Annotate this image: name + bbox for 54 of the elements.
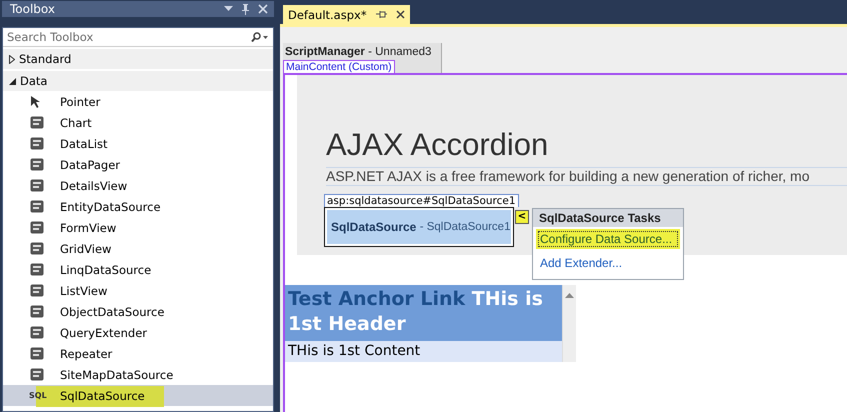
control-icon	[30, 326, 44, 339]
smart-tag-button[interactable]: <	[515, 210, 529, 224]
control-icon	[30, 284, 44, 297]
document-tab[interactable]: Default.aspx*	[283, 5, 410, 24]
panel-title: Toolbox	[10, 1, 55, 17]
toolbox-item[interactable]: Repeater	[3, 343, 273, 364]
control-icon	[30, 347, 44, 360]
toolbox-item[interactable]: DataPager	[3, 154, 273, 175]
category-header[interactable]: Standard	[3, 49, 273, 69]
tasks-title: SqlDataSource Tasks	[533, 209, 683, 227]
toolbox-item[interactable]: GridView	[3, 238, 273, 259]
search-field[interactable]: Search Toolbox	[3, 29, 251, 45]
toolbox-item[interactable]: Pointer	[3, 91, 273, 112]
toolbox-item[interactable]: LinqDataSource	[3, 259, 273, 280]
toolbox-item[interactable]: SiteMapDataSource	[3, 364, 273, 385]
toolbox-item[interactable]: QueryExtender	[3, 322, 273, 343]
search-icon[interactable]	[251, 32, 269, 42]
header-text: Test Anchor Link THis is 1st Header	[288, 288, 543, 335]
toolbox-item[interactable]: FormView	[3, 217, 273, 238]
toolbox-item[interactable]: ListView	[3, 280, 273, 301]
data-source-control[interactable]: SqlDataSource - SqlDataSource1	[324, 207, 514, 247]
dropdown-icon[interactable]	[224, 6, 233, 12]
control-icon	[30, 200, 44, 213]
toolbox-item[interactable]: Chart	[3, 112, 273, 133]
pointer-icon	[30, 96, 40, 108]
control-icon	[30, 305, 44, 318]
control-icon	[30, 137, 44, 150]
category-header[interactable]: Data	[3, 71, 273, 91]
control-icon	[30, 158, 44, 171]
scrollbar[interactable]	[562, 285, 576, 362]
control-icon	[30, 116, 44, 129]
pin-icon[interactable]	[241, 4, 250, 14]
toolbox-item[interactable]: ObjectDataSource	[3, 301, 273, 322]
close-icon[interactable]	[396, 10, 405, 19]
control-icon	[30, 242, 44, 255]
scroll-up-icon[interactable]	[565, 293, 574, 298]
control-icon	[30, 179, 44, 192]
script-manager-control[interactable]: ScriptManager - Unnamed3 MainContent (Custom)	[283, 43, 442, 73]
content-region-label[interactable]: MainContent (Custom)	[283, 60, 395, 73]
accordion-content: THis is 1st Content	[285, 341, 562, 362]
description-text: ASP.NET AJAX is a free framework for building a new generation of richer, mo	[326, 167, 847, 186]
toolbox-item[interactable]: EntityDataSource	[3, 196, 273, 217]
collapse-icon	[9, 78, 16, 84]
task-link[interactable]: Add Extender...	[536, 253, 680, 273]
control-tag-label: asp:sqldatasource#SqlDataSource1	[324, 194, 519, 207]
pin-icon[interactable]	[376, 10, 387, 19]
control-icon	[30, 263, 44, 276]
page-heading: AJAX Accordion	[326, 127, 550, 163]
toolbox-item[interactable]: DataList	[3, 133, 273, 154]
task-link[interactable]: Configure Data Source...	[536, 229, 680, 249]
toolbox-item[interactable]: DetailsView	[3, 175, 273, 196]
control-icon	[30, 368, 44, 381]
expand-icon	[9, 54, 15, 64]
control-icon	[30, 221, 44, 234]
